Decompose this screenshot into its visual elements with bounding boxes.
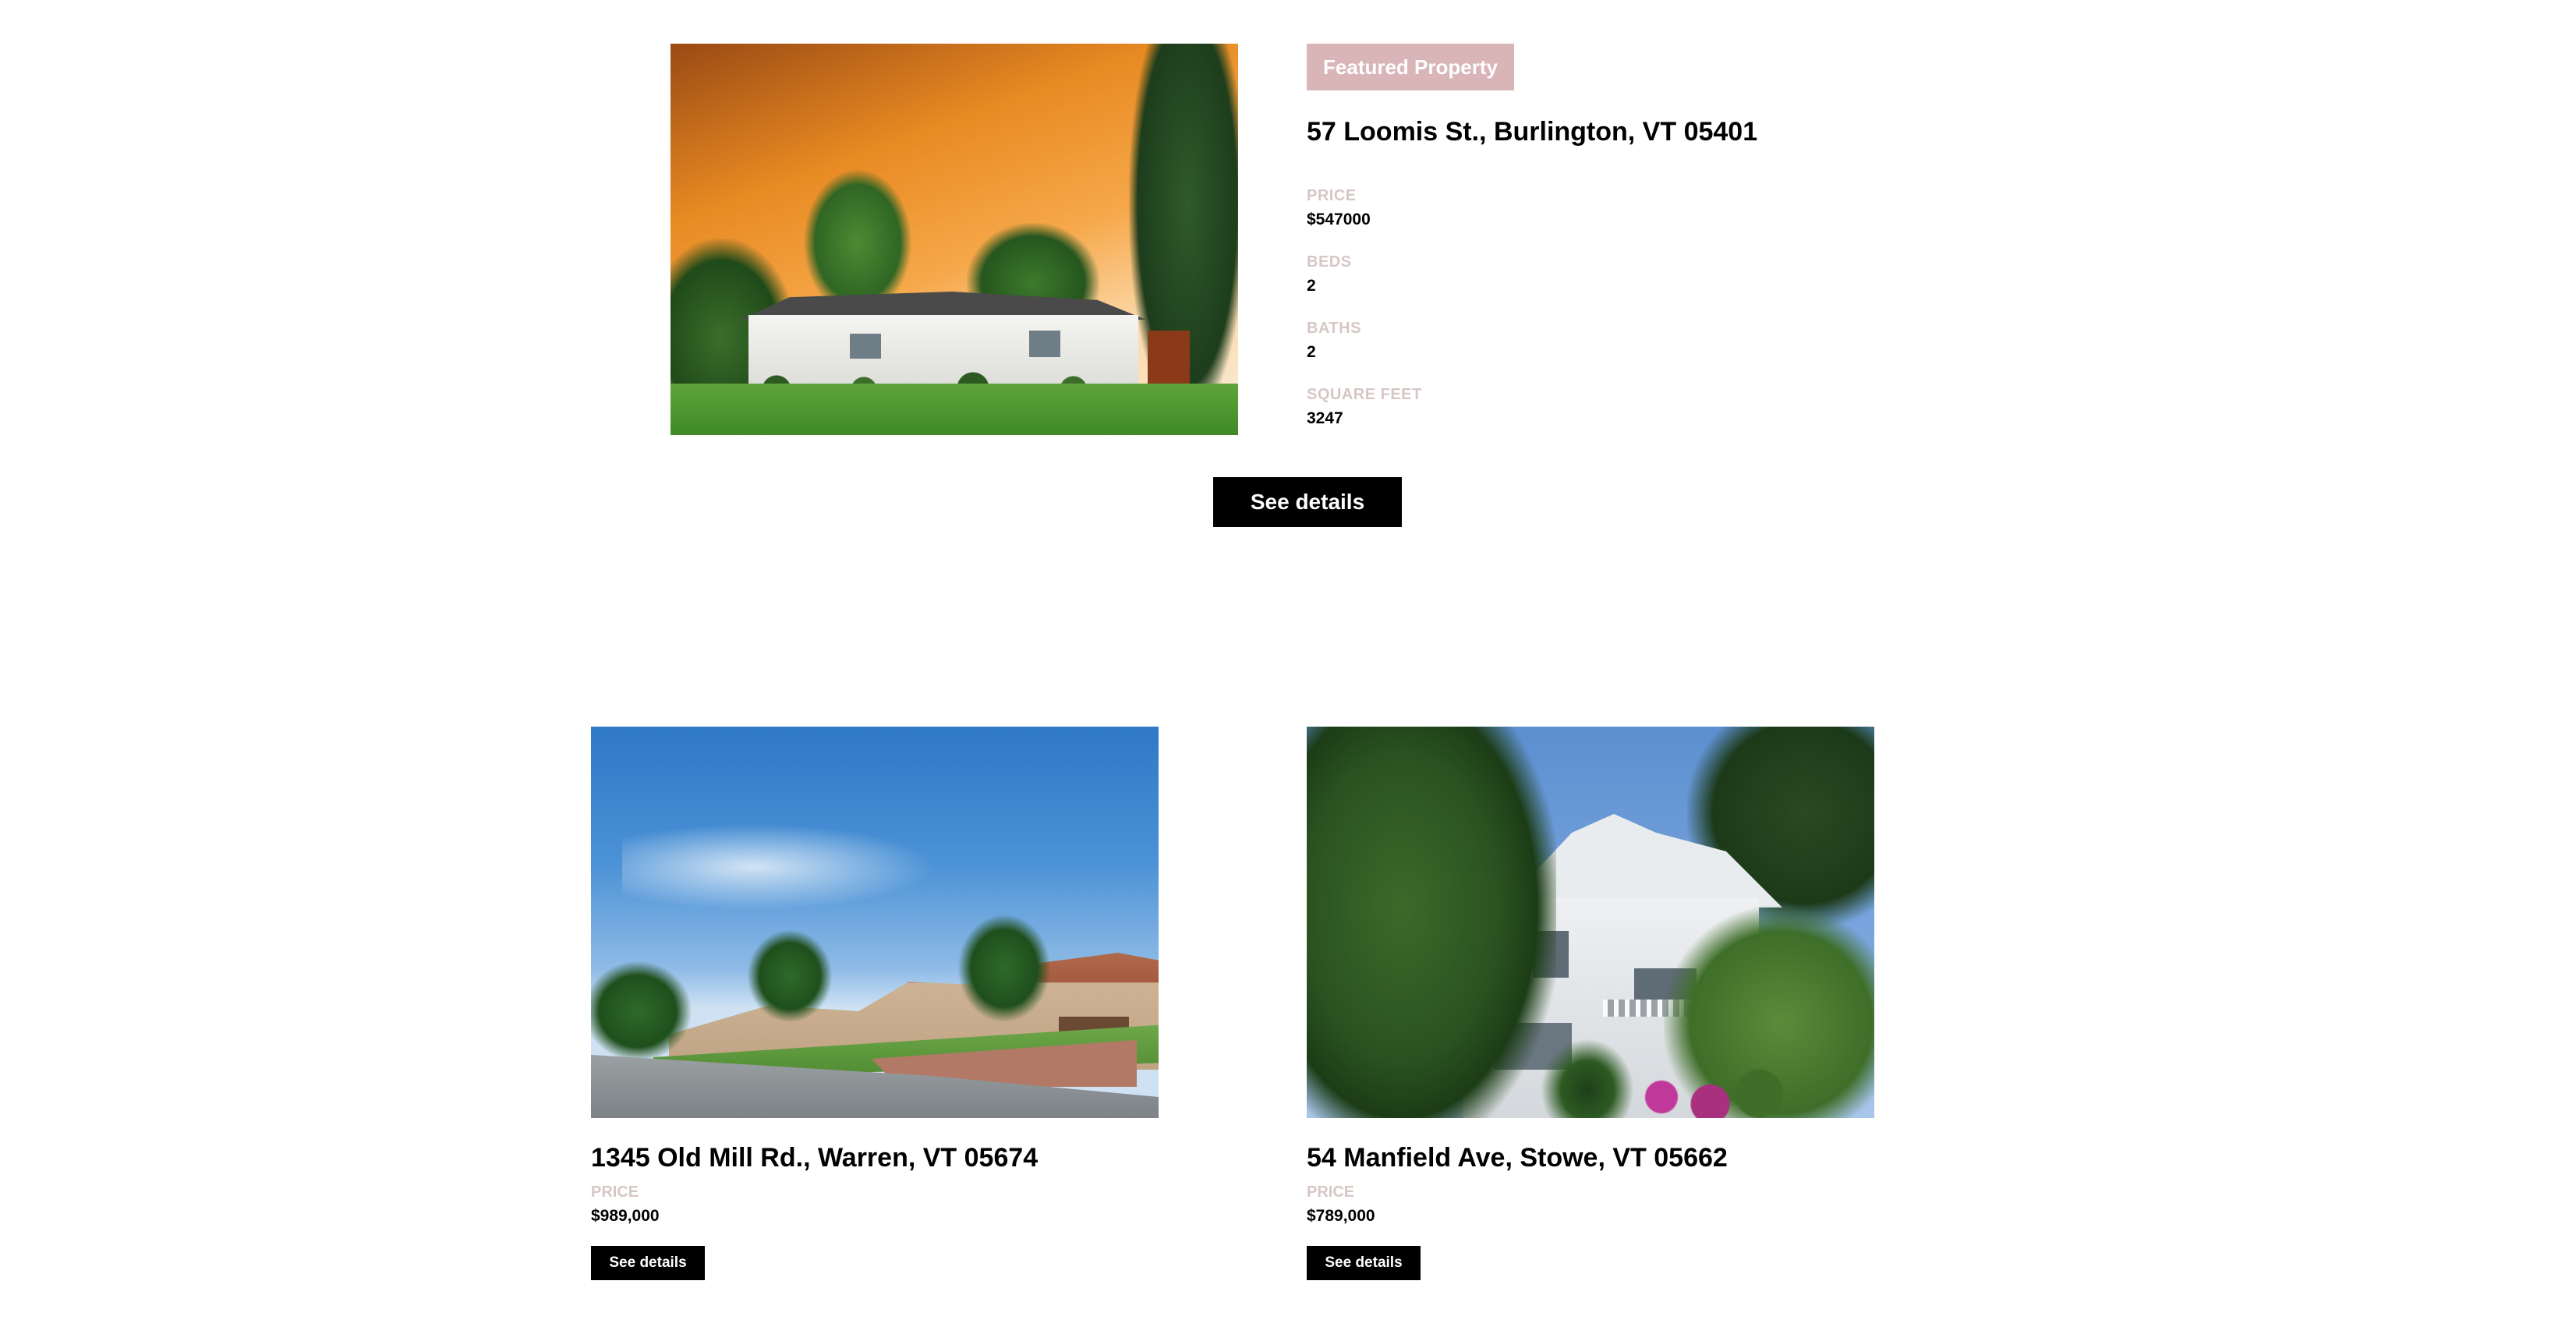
square-feet-value: 3247 — [1307, 409, 1343, 427]
listing-see-details-button[interactable]: See details — [1307, 1246, 1421, 1280]
beds-label: BEDS — [1307, 253, 1352, 271]
featured-badge: Featured Property Listing — [1307, 44, 1514, 126]
square-feet-label: SQUARE FEET — [1307, 386, 1422, 403]
beds-value: 2 — [1307, 277, 1316, 295]
baths-value: 2 — [1307, 343, 1316, 361]
listing-price-label: PRICE — [1307, 1184, 1355, 1201]
listing-photo[interactable] — [591, 727, 1159, 1118]
baths-label: BATHS — [1307, 320, 1361, 337]
listing-address: 1345 Old Mill Rd., Warren, VT 05674 — [591, 1143, 1039, 1173]
price-label: PRICE — [1307, 187, 1357, 204]
listing-address: 54 Manfield Ave, Stowe, VT 05662 — [1307, 1143, 1728, 1173]
price-value: $547000 — [1307, 211, 1371, 228]
featured-see-details-button[interactable]: See details — [1213, 477, 1402, 527]
listing-see-details-button[interactable]: See details — [591, 1246, 705, 1280]
featured-address: 57 Loomis St., Burlington, VT 05401 — [1307, 117, 1758, 147]
listing-price: $789,000 — [1307, 1207, 1375, 1225]
listing-price: $989,000 — [591, 1207, 660, 1225]
featured-property-photo — [671, 44, 1238, 435]
listing-price-label: PRICE — [591, 1184, 639, 1201]
listing-photo[interactable] — [1307, 727, 1874, 1118]
